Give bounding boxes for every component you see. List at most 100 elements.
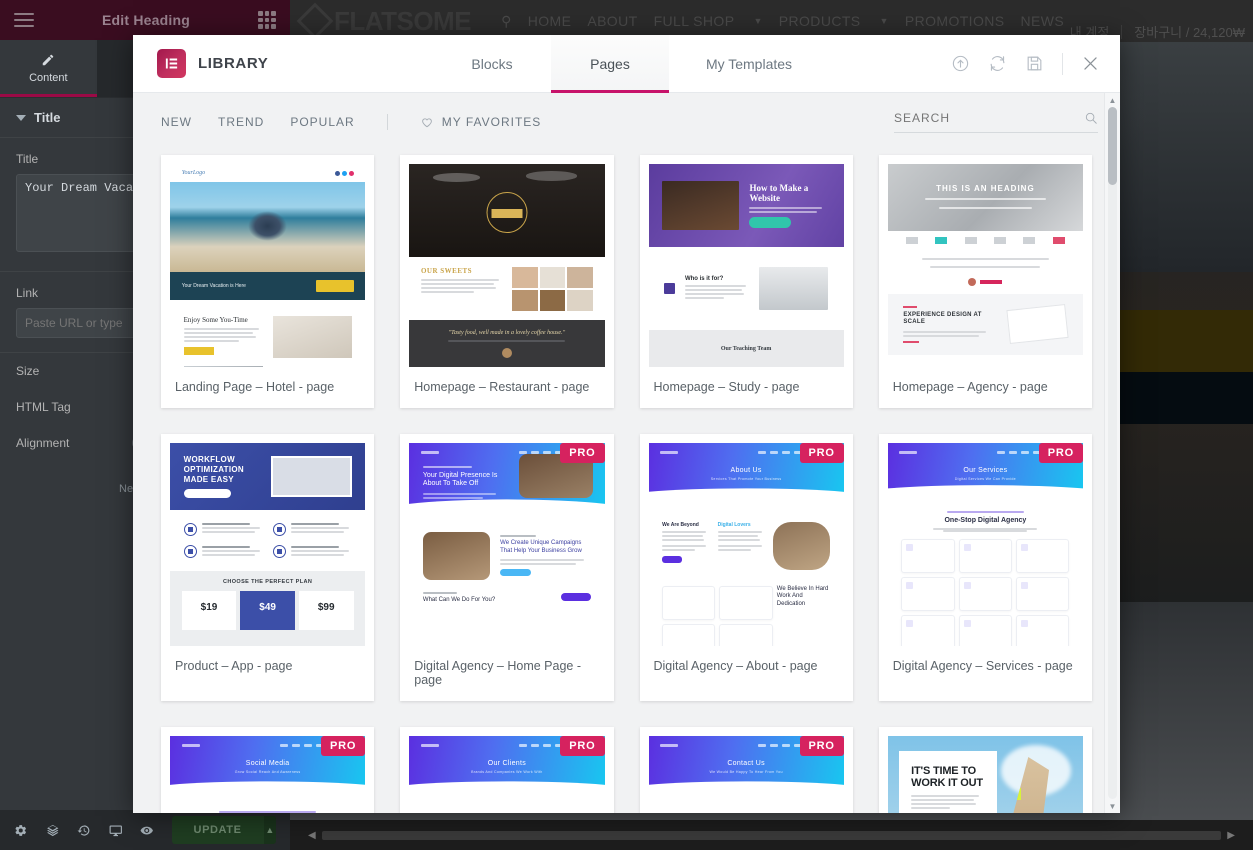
thumb-heading: How to Make a Website <box>749 182 809 204</box>
layers-icon[interactable] <box>46 823 60 838</box>
site-menu-item-home[interactable]: HOME <box>528 13 572 29</box>
thumb-pricing-heading: CHOOSE THE PERFECT PLAN <box>222 578 313 585</box>
scroll-up-arrow[interactable]: ▲ <box>1105 93 1120 107</box>
hamburger-icon[interactable] <box>14 13 34 27</box>
grid-icon[interactable] <box>258 11 276 29</box>
history-icon[interactable] <box>77 823 91 838</box>
update-button-group[interactable]: UPDATE ▲ <box>171 816 276 844</box>
search-icon[interactable]: ⚲ <box>501 13 512 30</box>
preview-scrollbar[interactable]: ◀ ▶ <box>290 820 1253 850</box>
site-menu-item-fullshop[interactable]: FULL SHOP <box>654 13 735 29</box>
template-thumbnail: PRO Social Media Grow Social Reach And A… <box>170 736 366 813</box>
tab-my-templates[interactable]: My Templates <box>669 35 829 93</box>
site-menu-item-products[interactable]: PRODUCTS <box>779 13 861 29</box>
thumb-quote: "Tasty food, well made in a lovely coffe… <box>448 329 566 336</box>
settings-gear-icon[interactable] <box>14 823 28 838</box>
template-title: Landing Page – Hotel - page <box>175 380 335 394</box>
scroll-left-arrow[interactable]: ◀ <box>302 830 322 841</box>
scroll-down-arrow[interactable]: ▼ <box>1105 799 1120 813</box>
thumb-heading: Your Digital Presence Is About To Take O… <box>422 471 498 488</box>
tab-content-label: Content <box>29 72 68 84</box>
thumb-heading: Our Services <box>963 467 1008 475</box>
thumb-heading: IT'S TIME TO WORK IT OUT <box>911 764 983 789</box>
site-menu-item-promotions[interactable]: PROMOTIONS <box>905 13 1005 29</box>
scrollbar-thumb[interactable] <box>1108 107 1117 185</box>
thumb-body: One-Stop Digital Agency <box>887 495 1083 646</box>
tab-my-templates-label: My Templates <box>705 56 793 72</box>
template-card[interactable]: PRO Social Media Grow Social Reach And A… <box>161 727 375 813</box>
filter-popular[interactable]: POPULAR <box>290 115 354 129</box>
tab-pages-label: Pages <box>590 56 630 72</box>
template-thumbnail: PRO Our Clients Brands And Companies We … <box>409 736 605 813</box>
template-card[interactable]: OUR SWEETS "Tasty food, well made in a l… <box>400 155 614 408</box>
elementor-logo-icon <box>157 49 186 78</box>
divider <box>1121 24 1123 39</box>
thumb-body: Enjoy Some You-Time <box>170 299 366 367</box>
thumb-subheading: EXPERIENCE DESIGN AT SCALE <box>903 311 982 326</box>
thumb-footer-text: Our Teaching Team <box>720 345 772 352</box>
site-logo: FLATSOME <box>296 2 472 40</box>
filter-new[interactable]: NEW <box>161 115 192 129</box>
responsive-mode-icon[interactable] <box>109 823 123 838</box>
pencil-icon <box>43 54 54 66</box>
search-icon[interactable] <box>1084 111 1098 125</box>
site-logo-text: FLATSOME <box>334 5 472 36</box>
thumb-body: Who is it for? <box>648 247 844 331</box>
thumb-heading-sub: Services That Promote Your Business <box>710 477 782 482</box>
site-menu-item-news[interactable]: NEWS <box>1021 13 1065 29</box>
thumb-heading-sub: We Would Be Happy To Hear From You <box>709 770 783 775</box>
scrollbar-track[interactable] <box>1108 107 1117 799</box>
template-thumbnail: PRO Our Services Digital Services We Can… <box>887 443 1083 646</box>
upload-icon[interactable] <box>951 54 970 73</box>
thumb-price: $19 <box>200 601 218 613</box>
cart-link[interactable]: 장바구니 / 24,120₩ <box>1134 22 1245 41</box>
thumb-feature-icon <box>183 545 197 559</box>
templates-scroll-area[interactable]: YourLogo Your Dream Vacation is Here Enj… <box>133 151 1120 813</box>
template-card[interactable]: PRO Our Services Digital Services We Can… <box>878 434 1092 701</box>
template-card[interactable]: PRO Our Clients Brands And Companies We … <box>400 727 614 813</box>
thumb-heading: THIS IS AN HEADING <box>936 183 1035 193</box>
thumb-heading: Social Media <box>245 760 290 768</box>
tab-blocks[interactable]: Blocks <box>433 35 551 93</box>
search-box[interactable] <box>894 111 1098 133</box>
template-card[interactable]: YourLogo Your Dream Vacation is Here Enj… <box>161 155 375 408</box>
update-button[interactable]: UPDATE <box>171 816 264 844</box>
update-options-caret-icon[interactable]: ▲ <box>263 816 276 844</box>
thumb-section-head: Learn About Our Social Media Marketing S… <box>184 810 352 813</box>
divider <box>386 114 388 130</box>
my-favorites-filter[interactable]: MY FAVORITES <box>420 115 542 129</box>
save-icon[interactable] <box>1025 54 1044 73</box>
thumb-heading-sub: Grow Social Reach And Awareness <box>234 770 301 775</box>
sync-icon[interactable] <box>988 54 1007 73</box>
template-card[interactable]: THIS IS AN HEADING EXPERIENCE DESIGN AT … <box>878 155 1092 408</box>
filter-group: NEW TREND POPULAR MY FAVORITES <box>161 114 541 130</box>
close-icon[interactable] <box>1081 54 1100 73</box>
modal-body: NEW TREND POPULAR MY FAVORITES SEARCH Yo… <box>133 93 1120 813</box>
thumb-heading-sub: Digital Services We Can Provide <box>954 477 1016 482</box>
thumb-da-services: Our Services Digital Services We Can Pro… <box>887 443 1083 646</box>
thumb-cta-band: Your Dream Vacation is Here <box>170 271 366 300</box>
thumb-hero-image <box>662 181 740 230</box>
modal-scrollbar[interactable]: ▲ ▼ <box>1104 93 1120 813</box>
thumb-heading: OUR SWEETS <box>420 267 473 276</box>
thumb-hero: THIS IS AN HEADING <box>887 164 1083 231</box>
scroll-right-arrow[interactable]: ▶ <box>1221 830 1241 841</box>
template-card[interactable]: WORKFLOW OPTIMIZATION MADE EASY CHOOSE T… <box>161 434 375 701</box>
html-tag-label: HTML Tag <box>16 400 71 414</box>
template-card[interactable]: IT'S TIME TO WORK IT OUT <box>878 727 1092 813</box>
site-menu-item-about[interactable]: ABOUT <box>587 13 637 29</box>
template-card[interactable]: PRO About Us Services That Promote Your … <box>639 434 853 701</box>
template-card[interactable]: PRO Your Digital Presence Is About To Ta… <box>400 434 614 701</box>
modal-brand: LIBRARY <box>133 49 433 78</box>
template-card[interactable]: PRO Contact Us We Would Be Happy To Hear… <box>639 727 853 813</box>
tab-content[interactable]: Content <box>0 40 97 97</box>
template-card[interactable]: How to Make a Website Who is it for? Our… <box>639 155 853 408</box>
filter-trend[interactable]: TREND <box>218 115 264 129</box>
thumb-pricing: CHOOSE THE PERFECT PLAN $19 $49 $99 <box>170 570 366 646</box>
app-root: FLATSOME ⚲ HOME ABOUT FULL SHOP ▼ PRODUC… <box>0 0 1253 850</box>
preview-eye-icon[interactable] <box>140 823 154 838</box>
thumb-logo-row <box>887 230 1083 250</box>
scroll-track[interactable] <box>321 830 1222 840</box>
search-input[interactable] <box>894 111 1084 125</box>
tab-pages[interactable]: Pages <box>551 35 669 93</box>
